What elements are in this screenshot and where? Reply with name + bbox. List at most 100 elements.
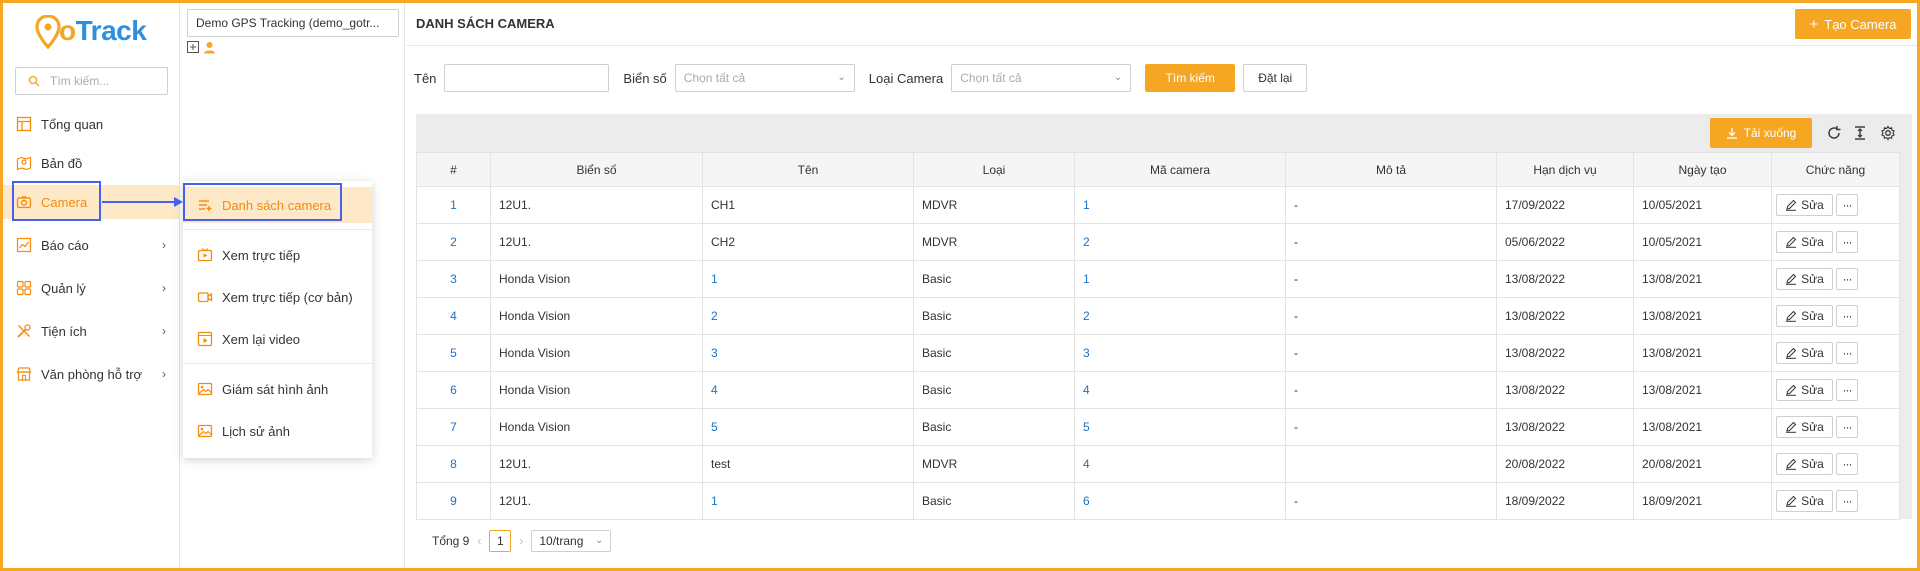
plate-filter-select[interactable]: Chọn tất cả ⌄ xyxy=(674,64,855,92)
pagination: Tổng 9 ‹ 1 › 10/trang ⌄ xyxy=(432,529,612,553)
edit-label: Sửa xyxy=(1801,235,1824,249)
submenu-item-image-history[interactable]: Lịch sử ảnh xyxy=(183,413,372,449)
submenu-item-label: Xem trực tiếp xyxy=(222,247,301,263)
page-button-current[interactable]: 1 xyxy=(489,530,512,552)
submenu-item-label: Xem lại video xyxy=(222,331,301,347)
cell-type: MDVR xyxy=(913,223,1075,261)
column-header-actions: Chức năng xyxy=(1771,152,1900,187)
cell-service-expiry: 05/06/2022 xyxy=(1496,223,1634,261)
gotrack-logo[interactable]: oTrack xyxy=(35,13,155,53)
row-actions: Sửa ··· xyxy=(1776,194,1895,216)
table-row[interactable]: 7 Honda Vision 5 Basic 5-13/08/2022 13/08/202… xyxy=(416,408,1900,446)
nav-item-overview[interactable]: Tổng quan xyxy=(3,107,180,141)
more-actions-button[interactable]: ··· xyxy=(1836,268,1858,290)
table-row[interactable]: 9 12U1. 1 Basic 6-18/09/2022 18/09/2021 Sửa ··· xyxy=(416,482,1900,520)
table-row[interactable]: 8 12U1. test MDVR 4 20/08/2022 20/08/2021 Sửa ··… xyxy=(416,445,1900,483)
cell-camera-code: 2 xyxy=(1074,223,1286,261)
nav-item-map[interactable]: Bản đồ xyxy=(3,146,180,180)
more-actions-button[interactable]: ··· xyxy=(1836,490,1858,512)
cell-index: 5 xyxy=(416,334,491,372)
chevron-down-icon: ⌄ xyxy=(1113,72,1123,83)
more-actions-button[interactable]: ··· xyxy=(1836,416,1858,438)
cell-actions: Sửa ··· xyxy=(1771,445,1900,483)
page-size-select[interactable]: 10/trang ⌄ xyxy=(531,530,612,552)
more-actions-button[interactable]: ··· xyxy=(1836,342,1858,364)
cell-description: - xyxy=(1285,371,1497,409)
nav-item-utilities[interactable]: Tiện ích › xyxy=(3,314,180,348)
search-button[interactable]: Tìm kiếm xyxy=(1145,64,1236,92)
cell-actions: Sửa ··· xyxy=(1771,260,1900,298)
map-icon xyxy=(15,154,33,172)
edit-button[interactable]: Sửa xyxy=(1776,453,1833,475)
nav-item-reports[interactable]: Báo cáo › xyxy=(3,228,180,262)
edit-pencil-icon xyxy=(1786,458,1797,470)
edit-button[interactable]: Sửa xyxy=(1776,416,1833,438)
cell-description: - xyxy=(1285,334,1497,372)
cell-actions: Sửa ··· xyxy=(1771,223,1900,261)
nav-item-support-office[interactable]: Văn phòng hỗ trợ › xyxy=(3,357,180,391)
download-button[interactable]: Tải xuống xyxy=(1710,118,1812,148)
page-size-value: 10/trang xyxy=(539,534,584,548)
submenu-item-playback[interactable]: Xem lại video xyxy=(183,321,372,357)
cell-index: 8 xyxy=(416,445,491,483)
cell-service-expiry: 13/08/2022 xyxy=(1496,334,1634,372)
edit-button[interactable]: Sửa xyxy=(1776,194,1833,216)
cell-description: - xyxy=(1285,408,1497,446)
submenu-item-live-view-basic[interactable]: Xem trực tiếp (cơ bản) xyxy=(183,279,372,315)
edit-button[interactable]: Sửa xyxy=(1776,305,1833,327)
image-history-icon xyxy=(197,423,213,439)
cell-created-date: 18/09/2021 xyxy=(1633,482,1772,520)
highlight-camera xyxy=(12,181,101,221)
submenu-item-label: Xem trực tiếp (cơ bản) xyxy=(222,289,353,305)
expand-tree-icon[interactable] xyxy=(187,41,199,53)
camera-table-panel: Tải xuống # Biển số Tên Loại Mã camera M… xyxy=(416,114,1912,520)
more-actions-button[interactable]: ··· xyxy=(1836,379,1858,401)
cell-plate: 12U1. xyxy=(490,482,703,520)
create-camera-button[interactable]: + Tạo Camera xyxy=(1795,9,1911,39)
reset-button[interactable]: Đặt lại xyxy=(1243,64,1308,92)
settings-gear-icon[interactable] xyxy=(1880,125,1896,141)
cell-description: - xyxy=(1285,186,1497,224)
table-row[interactable]: 5 Honda Vision 3 Basic 3-13/08/2022 13/08/202… xyxy=(416,334,1900,372)
table-row[interactable]: 4 Honda Vision 2 Basic 2-13/08/2022 13/08/202… xyxy=(416,297,1900,335)
edit-button[interactable]: Sửa xyxy=(1776,231,1833,253)
cell-name: CH2 xyxy=(702,223,914,261)
edit-label: Sửa xyxy=(1801,272,1824,286)
camera-type-filter-select[interactable]: Chọn tất cả ⌄ xyxy=(951,64,1132,92)
more-actions-button[interactable]: ··· xyxy=(1836,194,1858,216)
camera-submenu: Danh sách camera Xem trực tiếp Xem trực … xyxy=(183,181,372,458)
more-actions-button[interactable]: ··· xyxy=(1836,231,1858,253)
cell-camera-code: 4 xyxy=(1074,445,1286,483)
table-row[interactable]: 3 Honda Vision 1 Basic 1-13/08/2022 13/08/202… xyxy=(416,260,1900,298)
edit-pencil-icon xyxy=(1786,384,1797,396)
nav-item-management[interactable]: Quản lý › xyxy=(3,271,180,305)
more-actions-button[interactable]: ··· xyxy=(1836,305,1858,327)
refresh-icon[interactable] xyxy=(1826,125,1842,141)
edit-button[interactable]: Sửa xyxy=(1776,268,1833,290)
create-camera-label: Tạo Camera xyxy=(1824,16,1897,32)
account-select[interactable]: Demo GPS Tracking (demo_gotr... xyxy=(187,9,399,37)
table-row[interactable]: 2 12U1. CH2 MDVR 2-05/06/2022 10/05/2021 Sửa ··… xyxy=(416,223,1900,261)
edit-pencil-icon xyxy=(1786,495,1797,507)
table-row[interactable]: 1 12U1. CH1 MDVR 1-17/09/2022 10/05/2021 Sửa ··… xyxy=(416,186,1900,224)
column-height-icon[interactable] xyxy=(1852,125,1868,141)
cell-actions: Sửa ··· xyxy=(1771,408,1900,446)
user-icon[interactable] xyxy=(203,41,216,54)
cell-camera-code: 1 xyxy=(1074,260,1286,298)
cell-created-date: 13/08/2021 xyxy=(1633,260,1772,298)
prev-page-icon[interactable]: ‹ xyxy=(477,534,481,548)
chart-icon xyxy=(15,236,33,254)
cell-created-date: 10/05/2021 xyxy=(1633,186,1772,224)
more-actions-button[interactable]: ··· xyxy=(1836,453,1858,475)
edit-pencil-icon xyxy=(1786,310,1797,322)
edit-button[interactable]: Sửa xyxy=(1776,379,1833,401)
nav-search-input[interactable]: Tìm kiếm... xyxy=(15,67,168,95)
table-row[interactable]: 6 Honda Vision 4 Basic 4-13/08/2022 13/08/202… xyxy=(416,371,1900,409)
name-filter-input[interactable] xyxy=(444,64,610,92)
edit-button[interactable]: Sửa xyxy=(1776,342,1833,364)
submenu-item-live-view[interactable]: Xem trực tiếp xyxy=(183,237,372,273)
edit-button[interactable]: Sửa xyxy=(1776,490,1833,512)
next-page-icon[interactable]: › xyxy=(519,534,523,548)
submenu-item-image-monitoring[interactable]: Giám sát hình ảnh xyxy=(183,371,372,407)
chevron-down-icon: ⌄ xyxy=(594,535,604,546)
